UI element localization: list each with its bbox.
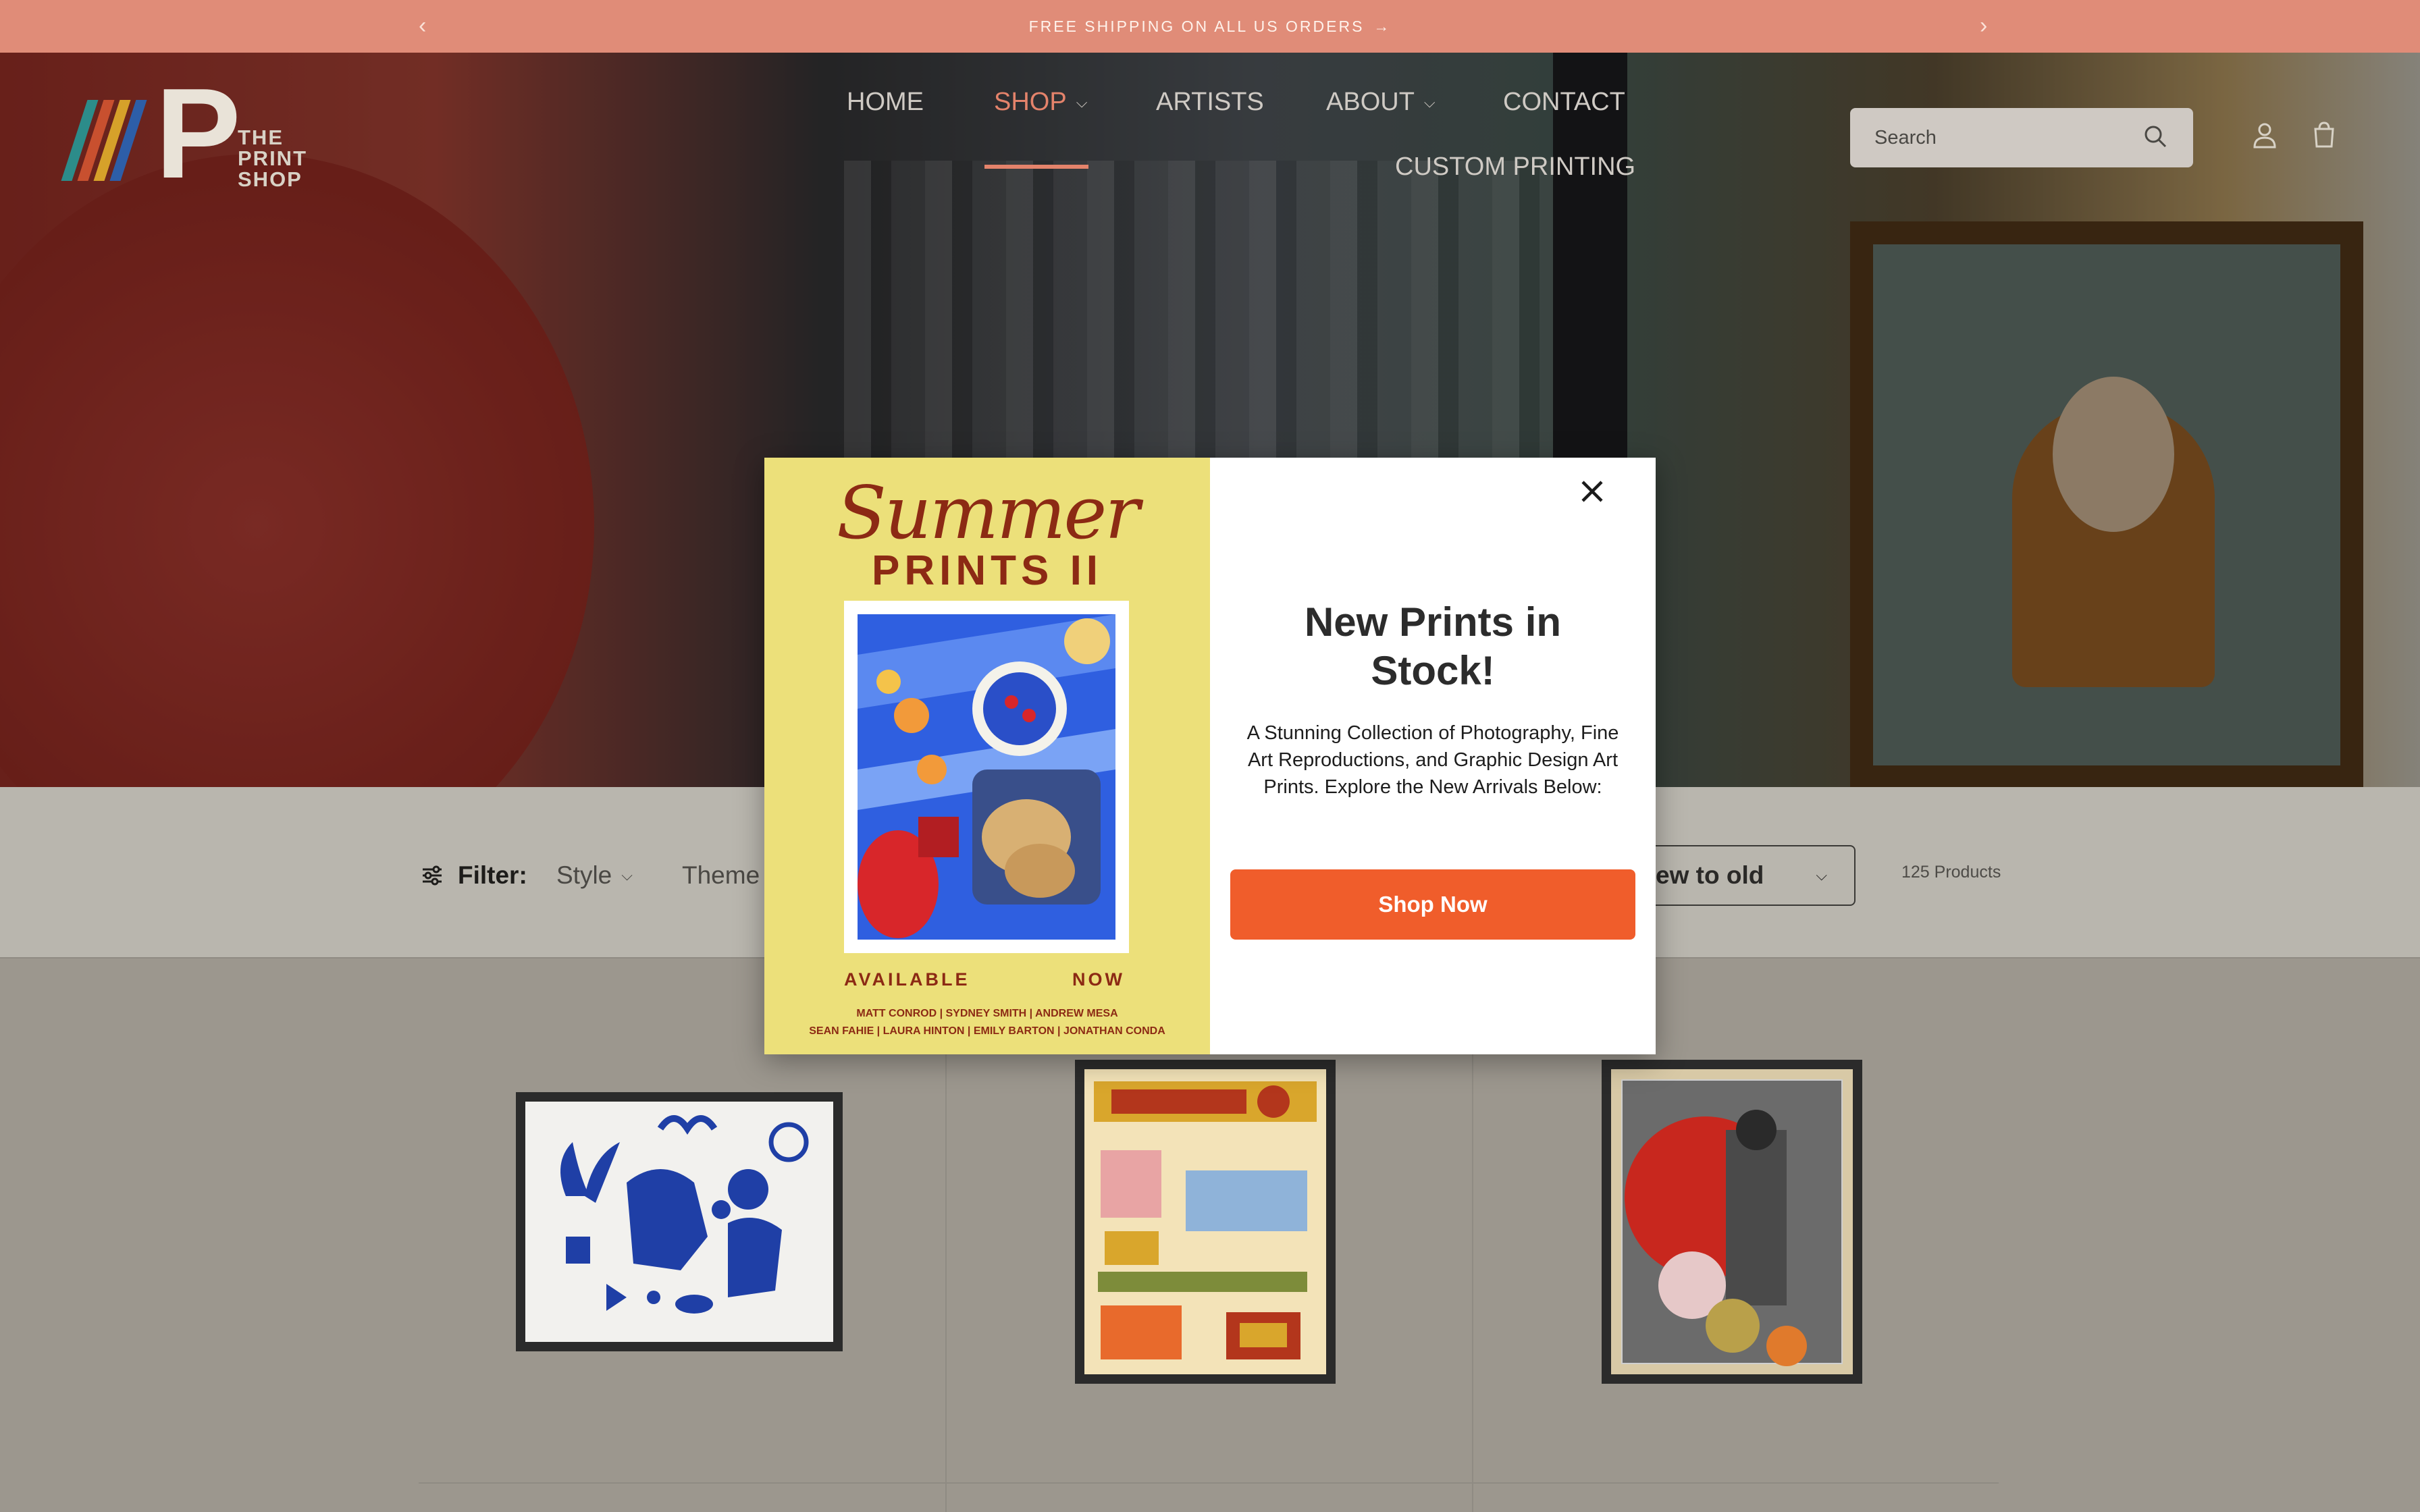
poster-artwork-image [858,614,1115,940]
modal-title: New Prints in Stock! [1304,599,1562,693]
promo-poster: Summer PRINTS II AVAILABLE NOW MATT CONR… [764,458,1210,1054]
poster-artists-line: MATT CONROD | SYDNEY SMITH | ANDREW MESA [856,1008,1118,1019]
poster-available-text: AVAILABLE [844,969,970,990]
modal-content: New Prints in Stock! A Stunning Collecti… [1210,458,1656,1054]
close-icon[interactable] [1572,471,1612,512]
modal-description: A Stunning Collection of Photography, Fi… [1246,722,1619,798]
promo-modal: Summer PRINTS II AVAILABLE NOW MATT CONR… [764,458,1656,1054]
shop-now-button[interactable]: Shop Now [1230,869,1635,940]
poster-title-script: Summer [837,471,1140,556]
poster-artists-line: SEAN FAHIE | LAURA HINTON | EMILY BARTON… [809,1025,1165,1037]
poster-now-text: NOW [1072,969,1125,990]
poster-title-block: PRINTS II [871,547,1103,594]
poster-artwork [844,601,1129,953]
